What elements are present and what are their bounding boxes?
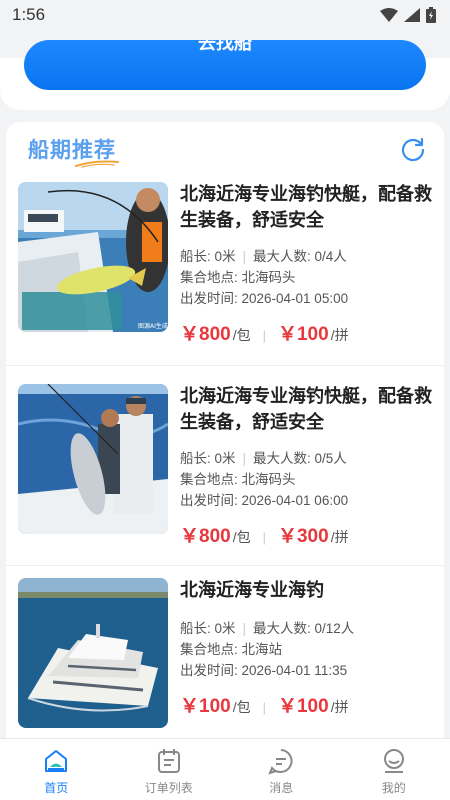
departure-time: 出发时间: 2026-04-01 06:00: [180, 493, 349, 508]
status-bar: 1:56: [0, 0, 450, 32]
listing-title: 北海近海专业海钓快艇，配备救生装备，舒适安全: [180, 184, 432, 231]
listing-info: 北海近海专业海钓 船长: 0米 | 最大人数: 0/12人 集合地点: 北海站 出发…: [180, 578, 436, 718]
home-icon: [45, 750, 68, 772]
find-boat-label: 去找船: [198, 40, 252, 54]
shared-unit: /拼: [330, 529, 349, 545]
order-list-icon: [157, 749, 180, 773]
profile-icon: [383, 749, 404, 773]
schedule-recommend-card: 船期推荐 图源AI生成 北海近海专业海钓快艇，配备救生装备，舒适安全 船长: 0…: [6, 122, 444, 762]
charter-unit: /包: [232, 699, 251, 715]
departure-time: 出发时间: 2026-04-01 11:35: [180, 663, 348, 678]
boat-listing-1[interactable]: 图源AI生成 北海近海专业海钓快艇，配备救生装备，舒适安全 船长: 0米 | 最大人…: [6, 182, 444, 366]
meet-point: 集合地点: 北海码头: [180, 472, 296, 487]
shared-price: ￥300: [277, 526, 329, 547]
listing-specs: 船长: 0米 | 最大人数: 0/12人: [180, 621, 355, 636]
shared-price: ￥100: [277, 696, 329, 717]
boat-photo-2: [18, 384, 168, 534]
boat-photo-3: [18, 578, 168, 728]
captain-length: 船长: 0米: [180, 451, 236, 466]
tab-orders-label: 订单列表: [144, 781, 193, 795]
listing-info: 北海近海专业海钓快艇，配备救生装备，舒适安全 船长: 0米 | 最大人数: 0/5人…: [180, 384, 436, 548]
tab-profile[interactable]: 我的: [338, 739, 450, 800]
boat-listing-3[interactable]: 北海近海专业海钓 船长: 0米 | 最大人数: 0/12人 集合地点: 北海站 出发…: [6, 578, 444, 762]
find-boat-button[interactable]: 去找船: [24, 40, 426, 90]
tab-profile-label: 我的: [381, 781, 406, 795]
signal-icon: [404, 8, 420, 22]
shared-price: ￥100: [277, 324, 329, 345]
boat-listing-2[interactable]: 北海近海专业海钓快艇，配备救生装备，舒适安全 船长: 0米 | 最大人数: 0/5人…: [6, 384, 444, 566]
status-time: 1:56: [12, 5, 46, 24]
price-row: ￥100/包 | ￥100/拼: [180, 691, 436, 718]
charter-price: ￥800: [180, 526, 231, 547]
battery-icon: [426, 7, 436, 23]
charter-price: ￥100: [180, 696, 231, 717]
image-caption: 图源AI生成: [138, 322, 168, 330]
meet-point: 集合地点: 北海码头: [180, 270, 296, 285]
departure-time: 出发时间: 2026-04-01 05:00: [180, 291, 349, 306]
listing-title: 北海近海专业海钓: [180, 580, 324, 601]
tab-home[interactable]: 首页: [0, 739, 113, 800]
message-icon: [268, 749, 293, 775]
listing-info: 北海近海专业海钓快艇，配备救生装备，舒适安全 船长: 0米 | 最大人数: 0/4人…: [180, 182, 436, 346]
wifi-icon: [380, 8, 398, 22]
captain-length: 船长: 0米: [180, 249, 236, 264]
tab-orders[interactable]: 订单列表: [113, 739, 226, 800]
tab-messages-label: 消息: [269, 781, 294, 795]
max-people: 最大人数: 0/4人: [253, 249, 347, 264]
status-icons: [380, 7, 436, 23]
boat-photo-1: 图源AI生成: [18, 182, 168, 332]
bottom-tab-bar: 首页 订单列表 消息 我的: [0, 738, 450, 800]
price-row: ￥800/包 | ￥300/拼: [180, 521, 436, 548]
listing-title: 北海近海专业海钓快艇，配备救生装备，舒适安全: [180, 386, 432, 433]
meet-point: 集合地点: 北海站: [180, 642, 283, 657]
listing-specs: 船长: 0米 | 最大人数: 0/4人: [180, 249, 347, 264]
title-underline-decoration: [75, 160, 119, 168]
shared-unit: /拼: [330, 699, 349, 715]
max-people: 最大人数: 0/12人: [253, 621, 355, 636]
listing-specs: 船长: 0米 | 最大人数: 0/5人: [180, 451, 347, 466]
charter-unit: /包: [232, 327, 251, 343]
tab-messages[interactable]: 消息: [225, 739, 338, 800]
shared-unit: /拼: [330, 327, 349, 343]
tab-home-label: 首页: [44, 781, 69, 795]
max-people: 最大人数: 0/5人: [253, 451, 347, 466]
charter-unit: /包: [232, 529, 251, 545]
captain-length: 船长: 0米: [180, 621, 236, 636]
charter-price: ￥800: [180, 324, 231, 345]
price-row: ￥800/包 | ￥100/拼: [180, 319, 436, 346]
refresh-icon[interactable]: [400, 136, 426, 162]
